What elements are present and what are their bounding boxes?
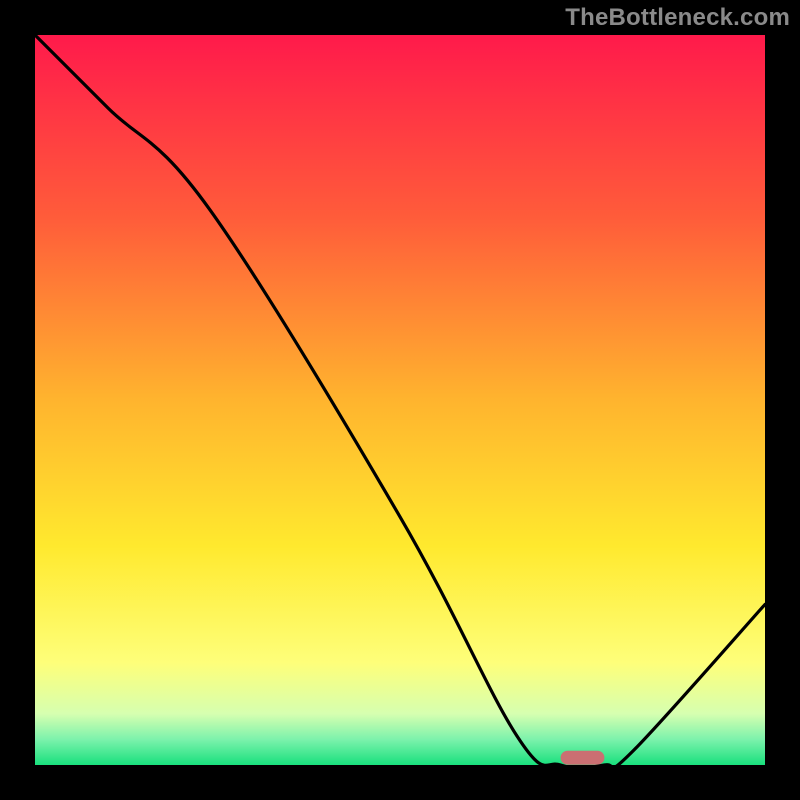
optimum-bar (561, 751, 605, 765)
chart-stage: TheBottleneck.com (0, 0, 800, 800)
watermark-text: TheBottleneck.com (565, 4, 790, 32)
plot-area (35, 35, 765, 765)
bottleneck-chart (0, 0, 800, 800)
